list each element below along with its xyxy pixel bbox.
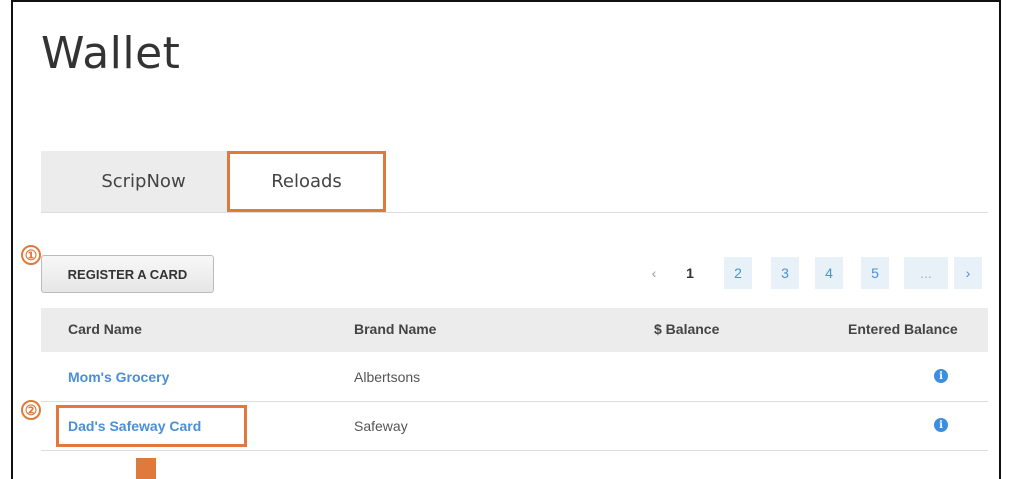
column-header-brand-name[interactable]: Brand Name [354,321,436,337]
callout-connector [136,458,156,479]
pagination-page-5[interactable]: 5 [861,257,889,289]
pagination: ‹ 1 2 3 4 5 ... › [640,257,988,289]
pagination-ellipsis[interactable]: ... [904,257,948,289]
column-header-balance[interactable]: $ Balance [654,321,719,337]
table-row: Mom's Grocery Albertsons i [41,353,988,402]
info-icon[interactable]: i [934,418,948,432]
highlight-box-card [56,405,247,447]
table-header: Card Name Brand Name $ Balance Entered B… [41,308,988,352]
card-name-link[interactable]: Mom's Grocery [68,369,169,385]
tab-scripnow[interactable]: ScripNow [41,151,246,212]
brand-name: Safeway [354,418,408,434]
callout-marker-2: ② [21,400,41,420]
column-header-card-name[interactable]: Card Name [68,321,142,337]
info-icon[interactable]: i [934,369,948,383]
pagination-page-1[interactable]: 1 [676,257,704,289]
tab-reloads[interactable]: Reloads [227,151,386,212]
brand-name: Albertsons [354,369,421,385]
pagination-page-2[interactable]: 2 [724,257,752,289]
pagination-page-3[interactable]: 3 [771,257,799,289]
column-header-entered-balance[interactable]: Entered Balance [848,321,958,337]
register-card-button[interactable]: REGISTER A CARD [41,255,214,293]
callout-marker-1: ① [21,245,41,265]
pagination-prev[interactable]: ‹ [640,257,668,289]
pagination-next[interactable]: › [954,257,982,289]
pagination-page-4[interactable]: 4 [815,257,843,289]
tabs-divider [41,212,988,213]
page-title: Wallet [41,28,181,79]
